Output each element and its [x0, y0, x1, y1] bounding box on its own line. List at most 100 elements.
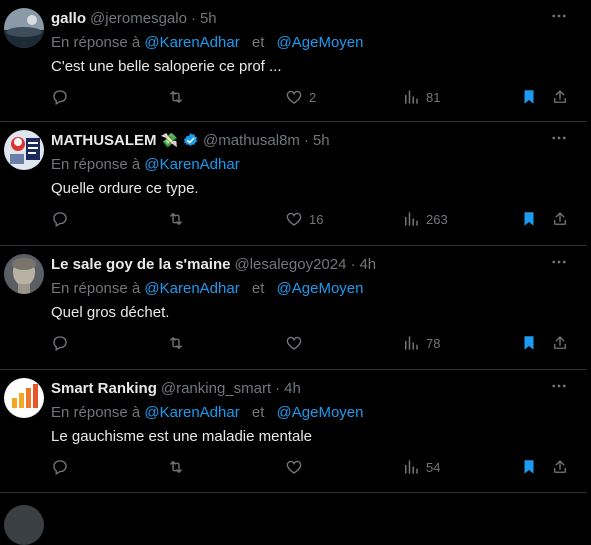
author-name[interactable]: gallo	[51, 10, 86, 27]
mention-link[interactable]: @KarenAdhar	[144, 156, 239, 173]
view-count: 54	[426, 459, 441, 475]
share-icon	[554, 460, 566, 473]
share-button[interactable]	[551, 458, 569, 476]
like-button[interactable]	[285, 334, 309, 352]
like-button[interactable]: 2	[285, 88, 316, 106]
mention-link[interactable]: @AgeMoyen	[277, 280, 364, 297]
author-handle[interactable]: @ranking_smart	[161, 380, 271, 397]
avatar[interactable]	[4, 8, 44, 48]
repost-icon	[170, 91, 182, 103]
like-count: 16	[309, 211, 324, 227]
author-name[interactable]: Smart Ranking	[51, 380, 157, 397]
reply-prefix: En réponse à	[51, 404, 141, 421]
reply-prefix: En réponse à	[51, 280, 141, 297]
share-button[interactable]	[551, 210, 569, 228]
reply-context: En réponse à @KarenAdhar et @AgeMoyen	[51, 404, 364, 421]
reply-context: En réponse à @KarenAdhar et @AgeMoyen	[51, 280, 364, 297]
author-handle[interactable]: @jeromesgalo	[90, 10, 187, 27]
action-bar: 78	[0, 334, 587, 354]
more-options-icon[interactable]	[549, 128, 569, 148]
more-options-icon[interactable]	[549, 6, 569, 26]
more-options-icon[interactable]	[549, 376, 569, 396]
mention-separator: et	[251, 280, 265, 297]
avatar[interactable]	[4, 130, 44, 170]
tweet[interactable]: Le sale goy de la s'maine @lesalegoy2024…	[0, 246, 587, 370]
mention-link[interactable]: @AgeMoyen	[277, 404, 364, 421]
author-handle[interactable]: @lesalegoy2024	[234, 256, 346, 273]
mention-link[interactable]: @KarenAdhar	[144, 34, 239, 51]
bookmark-icon	[524, 460, 534, 474]
author-name[interactable]: Le sale goy de la s'maine	[51, 256, 230, 273]
author-name[interactable]: MATHUSALEM	[51, 132, 157, 149]
views-icon	[405, 212, 418, 226]
views-button[interactable]: 81	[402, 88, 440, 106]
bookmark-icon	[524, 336, 534, 350]
like-button[interactable]: 16	[285, 210, 323, 228]
reply-button[interactable]	[51, 210, 69, 228]
mention-link[interactable]: @AgeMoyen	[277, 34, 364, 51]
views-icon	[405, 336, 418, 350]
tweet[interactable]: MATHUSALEM 💸 @mathusal8m · 5h En réponse…	[0, 122, 587, 246]
timestamp[interactable]: 4h	[359, 256, 376, 273]
mention-link[interactable]: @KarenAdhar	[144, 280, 239, 297]
avatar[interactable]	[4, 378, 44, 418]
views-button[interactable]: 78	[402, 334, 440, 352]
separator-dot: ·	[303, 132, 309, 149]
reply-button[interactable]	[51, 334, 69, 352]
reply-button[interactable]	[51, 458, 69, 476]
tweet-text: C'est une belle saloperie ce prof ...	[51, 58, 282, 75]
heart-icon	[286, 212, 302, 226]
action-bar: 16 263	[0, 210, 587, 230]
reply-icon	[53, 90, 67, 105]
views-button[interactable]: 54	[402, 458, 440, 476]
reply-context: En réponse à @KarenAdhar et @AgeMoyen	[51, 34, 364, 51]
repost-button[interactable]	[167, 210, 185, 228]
repost-button[interactable]	[167, 334, 185, 352]
action-bar: 2 81	[0, 88, 587, 108]
reply-icon	[53, 212, 67, 227]
repost-button[interactable]	[167, 88, 185, 106]
views-button[interactable]: 263	[402, 210, 448, 228]
views-icon	[405, 460, 418, 474]
avatar[interactable]	[4, 254, 44, 294]
bookmark-button[interactable]	[520, 458, 538, 476]
timestamp[interactable]: 4h	[284, 380, 301, 397]
money-emoji: 💸	[160, 132, 178, 148]
share-icon	[554, 90, 566, 103]
heart-icon	[286, 336, 302, 350]
bookmark-icon	[524, 90, 534, 104]
tweet[interactable]: Smart Ranking @ranking_smart · 4h En rép…	[0, 370, 587, 493]
like-count: 2	[309, 89, 317, 105]
repost-icon	[170, 213, 182, 225]
bookmark-button[interactable]	[520, 210, 538, 228]
timestamp[interactable]: 5h	[313, 132, 330, 149]
author-handle[interactable]: @mathusal8m	[203, 132, 300, 149]
bookmark-button[interactable]	[520, 334, 538, 352]
tweet-partial[interactable]	[0, 493, 587, 545]
tweet[interactable]: gallo @jeromesgalo · 5h En réponse à @Ka…	[0, 0, 587, 122]
like-button[interactable]	[285, 458, 309, 476]
view-count: 263	[426, 211, 448, 227]
reply-button[interactable]	[51, 88, 69, 106]
timestamp[interactable]: 5h	[200, 10, 217, 27]
views-icon	[405, 90, 418, 104]
share-icon	[554, 336, 566, 349]
separator-dot: ·	[275, 380, 281, 397]
verified-badge-icon	[182, 132, 199, 149]
mention-link[interactable]: @KarenAdhar	[144, 404, 239, 421]
separator-dot: ·	[350, 256, 356, 273]
repost-icon	[170, 461, 182, 473]
reply-icon	[53, 460, 67, 475]
heart-icon	[286, 90, 302, 104]
mention-separator: et	[251, 404, 265, 421]
reply-icon	[53, 336, 67, 351]
more-options-icon[interactable]	[549, 252, 569, 272]
share-button[interactable]	[551, 334, 569, 352]
reply-context: En réponse à @KarenAdhar	[51, 156, 240, 173]
avatar[interactable]	[4, 505, 44, 545]
bookmark-button[interactable]	[520, 88, 538, 106]
tweet-text: Quel gros déchet.	[51, 304, 170, 321]
repost-button[interactable]	[167, 458, 185, 476]
share-button[interactable]	[551, 88, 569, 106]
separator-dot: ·	[190, 10, 196, 27]
